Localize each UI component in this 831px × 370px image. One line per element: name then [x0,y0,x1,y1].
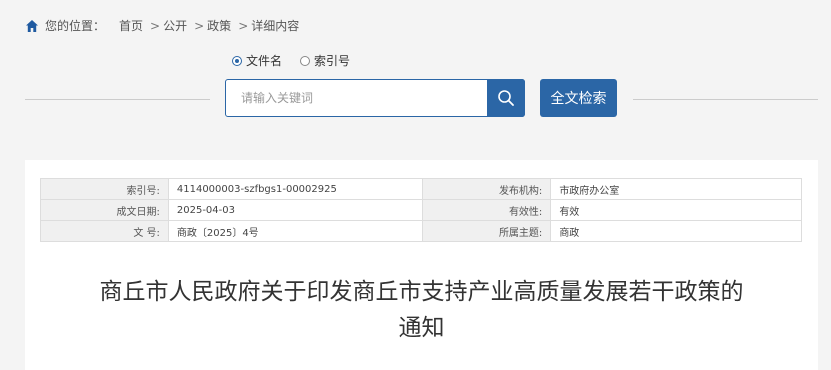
table-row: 文 号: 商政〔2025〕4号 所属主题: 商政 [40,220,802,242]
breadcrumb-policy[interactable]: 政策 [207,17,231,34]
search-icon [498,90,514,106]
fulltext-search-button[interactable]: 全文检索 [540,79,617,117]
document-title-line1: 商丘市人民政府关于印发商丘市支持产业高质量发展若干政策的 [99,279,744,305]
validity-value: 有效 [550,199,802,221]
radio-index-number-label: 索引号 [314,54,351,68]
validity-label: 有效性: [422,199,552,221]
document-title: 商丘市人民政府关于印发商丘市支持产业高质量发展若干政策的 通知 [25,274,818,346]
radio-checked-icon[interactable] [232,55,242,66]
search-type-options: 文件名 索引号 [232,52,368,69]
doc-number-label: 文 号: [40,220,169,242]
breadcrumb-home[interactable]: 首页 [119,17,143,34]
doc-number-value: 商政〔2025〕4号 [167,220,424,242]
publisher-value: 市政府办公室 [550,178,802,200]
index-number-label: 索引号: [40,178,169,200]
search-input[interactable] [226,80,488,116]
breadcrumb-separator: > [150,18,161,33]
breadcrumb-detail: 详细内容 [251,19,300,33]
breadcrumb-separator: > [238,18,249,33]
breadcrumb: 您的位置： 首页 > 公开 > 政策 > 详细内容 [25,17,303,34]
search-box [225,79,525,117]
publisher-label: 发布机构: [422,178,552,200]
written-date-value: 2025-04-03 [167,199,424,221]
search-button[interactable] [487,79,525,117]
radio-index-number[interactable]: 索引号 [300,52,350,69]
written-date-label: 成文日期: [40,199,169,221]
topic-value: 商政 [550,220,802,242]
breadcrumb-public[interactable]: 公开 [163,17,187,34]
divider-left [25,99,210,100]
divider-right [633,99,818,100]
home-icon[interactable] [25,19,39,33]
document-card: 索引号: 4114000003-szfbgs1-00002925 发布机构: 市… [25,160,818,370]
breadcrumb-separator: > [194,18,205,33]
location-label: 您的位置： [45,19,106,33]
metadata-table: 索引号: 4114000003-szfbgs1-00002925 发布机构: 市… [40,178,802,242]
document-title-line2: 通知 [398,315,445,341]
radio-filename-label: 文件名 [246,54,283,68]
radio-filename[interactable]: 文件名 [232,52,282,69]
radio-unchecked-icon[interactable] [300,55,311,66]
index-number-value: 4114000003-szfbgs1-00002925 [167,178,424,200]
table-row: 索引号: 4114000003-szfbgs1-00002925 发布机构: 市… [40,178,802,200]
topic-label: 所属主题: [422,220,552,242]
table-row: 成文日期: 2025-04-03 有效性: 有效 [40,199,802,221]
